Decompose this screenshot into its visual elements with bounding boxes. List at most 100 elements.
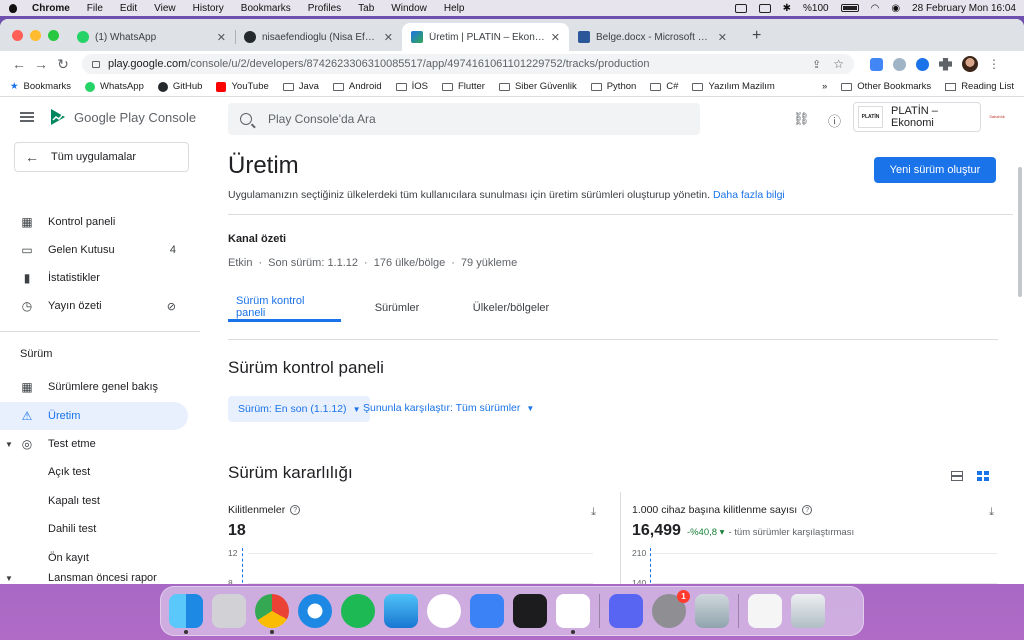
tab-release-dashboard[interactable]: Sürüm kontrol paneli bbox=[228, 294, 341, 322]
reading-list[interactable]: Reading List bbox=[945, 81, 1014, 92]
forward-button[interactable]: → bbox=[30, 56, 52, 72]
profile-avatar[interactable] bbox=[962, 56, 978, 72]
console-brand[interactable]: Google Play Console bbox=[74, 110, 196, 125]
reload-button[interactable]: ↻ bbox=[52, 56, 74, 73]
close-tab-icon[interactable]: ✕ bbox=[384, 31, 393, 44]
bookmark-whatsapp[interactable]: WhatsApp bbox=[85, 81, 144, 92]
trash-icon[interactable] bbox=[791, 594, 825, 628]
control-center-icon[interactable]: ◉ bbox=[891, 3, 900, 14]
more-bookmarks-button[interactable]: » bbox=[822, 81, 827, 92]
menu-file[interactable]: File bbox=[87, 3, 103, 14]
sidebar-item-pre-launch-report[interactable]: ▼ Lansman öncesi rapor bbox=[0, 572, 188, 584]
bookmark-csharp[interactable]: C# bbox=[650, 81, 678, 92]
sidebar-item-open-testing[interactable]: Açık test bbox=[0, 458, 188, 486]
minimize-window-button[interactable] bbox=[30, 30, 41, 41]
new-tab-button[interactable]: + bbox=[752, 27, 761, 45]
bookmark-ios[interactable]: İOS bbox=[395, 81, 428, 92]
sidebar-item-dashboard[interactable]: ▦ Kontrol paneli bbox=[0, 208, 188, 236]
tab-releases[interactable]: Sürümler bbox=[341, 294, 453, 322]
tab-github[interactable]: nisaefendioglu (Nisa Efendioğl ✕ bbox=[235, 23, 402, 51]
caret-down-icon[interactable]: ▼ bbox=[5, 440, 13, 449]
display-icon[interactable] bbox=[758, 3, 771, 13]
sidebar-item-releases-overview[interactable]: ▦ Sürümlere genel bakış bbox=[0, 373, 188, 401]
share-icon[interactable]: ⇪ bbox=[812, 58, 821, 71]
menu-profiles[interactable]: Profiles bbox=[308, 3, 341, 14]
help-icon[interactable]: ? bbox=[802, 505, 813, 515]
console-search-bar[interactable]: Play Console'da Ara bbox=[228, 103, 700, 135]
apple-menu-icon[interactable] bbox=[8, 3, 18, 13]
bookmark-android[interactable]: Android bbox=[332, 81, 382, 92]
grid-view-icon[interactable] bbox=[977, 471, 989, 481]
list-view-icon[interactable] bbox=[951, 471, 963, 481]
bookmark-java[interactable]: Java bbox=[282, 81, 319, 92]
screen-mirroring-icon[interactable] bbox=[734, 3, 747, 13]
account-avatar[interactable]: Sabahlık bbox=[987, 109, 1007, 123]
menu-history[interactable]: History bbox=[193, 3, 224, 14]
mail-icon[interactable] bbox=[384, 594, 418, 628]
menu-edit[interactable]: Edit bbox=[120, 3, 137, 14]
caret-down-icon[interactable]: ▼ bbox=[5, 574, 13, 583]
preview-icon[interactable] bbox=[695, 594, 729, 628]
download-icon[interactable]: ⤓ bbox=[591, 506, 596, 519]
create-new-release-button[interactable]: Yeni sürüm oluştur bbox=[874, 157, 996, 183]
sidebar-item-internal-testing[interactable]: Dahili test bbox=[0, 515, 188, 543]
link-icon[interactable]: ⛓ bbox=[793, 111, 810, 127]
extension-icon[interactable] bbox=[893, 57, 906, 71]
close-window-button[interactable] bbox=[12, 30, 23, 41]
finder-icon[interactable] bbox=[169, 594, 203, 634]
bookmark-python[interactable]: Python bbox=[590, 81, 636, 92]
discord-icon[interactable] bbox=[609, 594, 643, 628]
bookmark-github[interactable]: GitHub bbox=[157, 81, 202, 92]
bookmark-youtube[interactable]: YouTube bbox=[216, 81, 269, 92]
lock-icon[interactable] bbox=[92, 60, 100, 68]
translate-extension-icon[interactable] bbox=[870, 57, 883, 71]
sidebar-item-publishing-overview[interactable]: ◷ Yayın özeti ⊘ bbox=[0, 292, 188, 320]
xcode-icon[interactable] bbox=[470, 594, 504, 628]
terminal-icon[interactable] bbox=[513, 594, 547, 628]
download-icon[interactable]: ⤓ bbox=[989, 506, 994, 519]
menu-view[interactable]: View bbox=[154, 3, 176, 14]
chrome-icon[interactable] bbox=[255, 594, 289, 634]
help-icon[interactable]: ⓘ bbox=[828, 111, 841, 130]
back-button[interactable]: ← bbox=[8, 56, 30, 72]
bookmark-bookmarks[interactable]: ★ Bookmarks bbox=[10, 81, 71, 92]
page-scrollbar[interactable] bbox=[1018, 167, 1022, 297]
tab-word[interactable]: Belge.docx - Microsoft Word O ✕ bbox=[569, 23, 736, 51]
grammar-extension-icon[interactable] bbox=[916, 57, 929, 71]
tab-whatsapp[interactable]: (1) WhatsApp ✕ bbox=[68, 23, 235, 51]
release-filter-chip[interactable]: Sürüm: En son (1.1.12) ▼ bbox=[228, 396, 371, 422]
other-bookmarks[interactable]: Other Bookmarks bbox=[841, 81, 931, 92]
all-apps-button[interactable]: ← Tüm uygulamalar bbox=[14, 142, 189, 172]
menubar-clock[interactable]: 28 February Mon 16:04 bbox=[912, 3, 1016, 14]
bookmark-siber-guvenlik[interactable]: Siber Güvenlik bbox=[498, 81, 577, 92]
sidebar-item-inbox[interactable]: ▭ Gelen Kutusu 4 bbox=[0, 236, 188, 264]
menu-window[interactable]: Window bbox=[391, 3, 427, 14]
wifi-icon[interactable]: ◠ bbox=[871, 3, 880, 14]
sidebar-item-pre-registration[interactable]: Ön kayıt bbox=[0, 544, 188, 572]
notion-icon[interactable] bbox=[556, 594, 590, 634]
tab-play-console[interactable]: Üretim | PLATİN – Ekonomi ✕ bbox=[402, 23, 569, 51]
menu-app-name[interactable]: Chrome bbox=[32, 3, 70, 14]
sidebar-item-production[interactable]: ⚠ Üretim bbox=[0, 402, 188, 430]
android-studio-icon[interactable] bbox=[427, 594, 461, 628]
puzzle-icon[interactable] bbox=[939, 57, 952, 71]
sidebar-item-testing[interactable]: ▼ ◎ Test etme bbox=[0, 430, 188, 458]
sidebar-item-closed-testing[interactable]: Kapalı test bbox=[0, 487, 188, 515]
spotify-icon[interactable] bbox=[341, 594, 375, 628]
bookmark-yazilim[interactable]: Yazılım Mazilım bbox=[692, 81, 775, 92]
zoom-window-button[interactable] bbox=[48, 30, 59, 41]
learn-more-link[interactable]: Daha fazla bilgi bbox=[713, 189, 785, 201]
launchpad-icon[interactable] bbox=[212, 594, 246, 628]
safari-icon[interactable] bbox=[298, 594, 332, 628]
battery-icon[interactable] bbox=[840, 4, 859, 12]
bookmark-flutter[interactable]: Flutter bbox=[442, 81, 485, 92]
menu-bookmarks[interactable]: Bookmarks bbox=[241, 3, 291, 14]
close-tab-icon[interactable]: ✕ bbox=[217, 31, 226, 44]
system-preferences-icon[interactable]: 1 bbox=[652, 590, 690, 628]
bluetooth-icon[interactable]: ✱ bbox=[783, 3, 791, 14]
menu-help[interactable]: Help bbox=[444, 3, 465, 14]
close-tab-icon[interactable]: ✕ bbox=[718, 31, 727, 44]
hamburger-menu-icon[interactable] bbox=[20, 112, 34, 122]
close-tab-icon[interactable]: ✕ bbox=[551, 31, 560, 44]
menu-tab[interactable]: Tab bbox=[358, 3, 374, 14]
